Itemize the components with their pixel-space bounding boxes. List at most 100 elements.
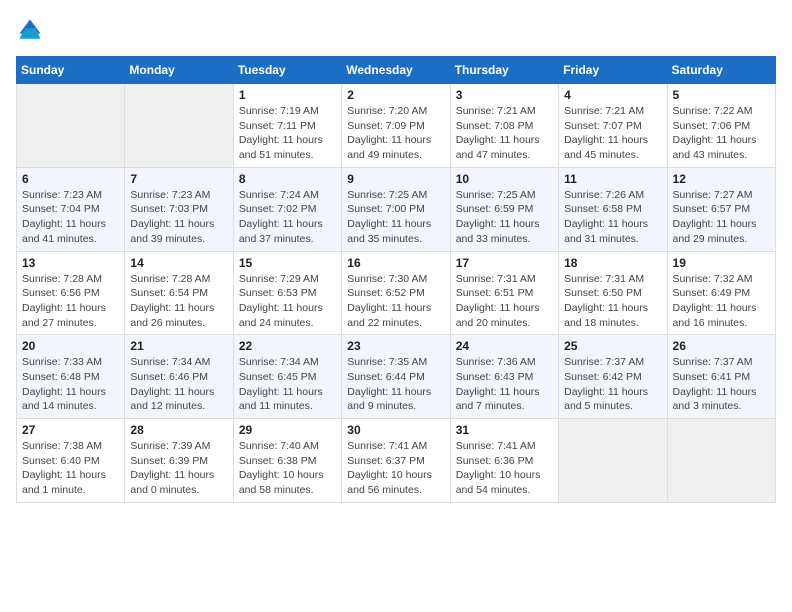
day-info: Sunrise: 7:41 AMSunset: 6:37 PMDaylight:…: [347, 439, 444, 498]
day-number: 14: [130, 256, 227, 270]
day-number: 28: [130, 423, 227, 437]
day-number: 5: [673, 88, 770, 102]
day-number: 6: [22, 172, 119, 186]
calendar-cell: 26Sunrise: 7:37 AMSunset: 6:41 PMDayligh…: [667, 335, 775, 419]
day-number: 11: [564, 172, 661, 186]
day-number: 24: [456, 339, 553, 353]
day-info: Sunrise: 7:28 AMSunset: 6:56 PMDaylight:…: [22, 272, 119, 331]
logo: [16, 16, 48, 44]
day-number: 4: [564, 88, 661, 102]
day-number: 18: [564, 256, 661, 270]
col-header-wednesday: Wednesday: [342, 57, 450, 84]
day-info: Sunrise: 7:41 AMSunset: 6:36 PMDaylight:…: [456, 439, 553, 498]
day-number: 17: [456, 256, 553, 270]
day-info: Sunrise: 7:31 AMSunset: 6:51 PMDaylight:…: [456, 272, 553, 331]
calendar-cell: 23Sunrise: 7:35 AMSunset: 6:44 PMDayligh…: [342, 335, 450, 419]
calendar-week-4: 20 Sunrise: 7:33 AMSunset: 6:48 PMDayligh…: [17, 335, 776, 419]
day-info: Sunrise: 7:27 AMSunset: 6:57 PMDaylight:…: [673, 188, 770, 247]
calendar-cell: 18 Sunrise: 7:31 AMSunset: 6:50 PMDayligh…: [559, 251, 667, 335]
day-info: Sunrise: 7:37 AMSunset: 6:41 PMDaylight:…: [673, 355, 770, 414]
day-number: 1: [239, 88, 336, 102]
calendar-cell: 1 Sunrise: 7:19 AMSunset: 7:11 PMDaylight…: [233, 84, 341, 168]
col-header-sunday: Sunday: [17, 57, 125, 84]
calendar-cell: 11 Sunrise: 7:26 AMSunset: 6:58 PMDayligh…: [559, 167, 667, 251]
day-info: Sunrise: 7:19 AMSunset: 7:11 PMDaylight:…: [239, 104, 336, 163]
day-number: 7: [130, 172, 227, 186]
day-number: 29: [239, 423, 336, 437]
day-number: 20: [22, 339, 119, 353]
day-info: Sunrise: 7:40 AMSunset: 6:38 PMDaylight:…: [239, 439, 336, 498]
calendar-cell: 12 Sunrise: 7:27 AMSunset: 6:57 PMDayligh…: [667, 167, 775, 251]
day-info: Sunrise: 7:39 AMSunset: 6:39 PMDaylight:…: [130, 439, 227, 498]
calendar-cell: 13Sunrise: 7:28 AMSunset: 6:56 PMDayligh…: [17, 251, 125, 335]
day-number: 30: [347, 423, 444, 437]
day-info: Sunrise: 7:34 AMSunset: 6:45 PMDaylight:…: [239, 355, 336, 414]
col-header-thursday: Thursday: [450, 57, 558, 84]
day-info: Sunrise: 7:29 AMSunset: 6:53 PMDaylight:…: [239, 272, 336, 331]
calendar-cell: 25Sunrise: 7:37 AMSunset: 6:42 PMDayligh…: [559, 335, 667, 419]
logo-icon: [16, 16, 44, 44]
page-header: [16, 16, 776, 44]
calendar-cell: 6 Sunrise: 7:23 AMSunset: 7:04 PMDaylight…: [17, 167, 125, 251]
day-info: Sunrise: 7:24 AMSunset: 7:02 PMDaylight:…: [239, 188, 336, 247]
day-info: Sunrise: 7:21 AMSunset: 7:08 PMDaylight:…: [456, 104, 553, 163]
day-info: Sunrise: 7:30 AMSunset: 6:52 PMDaylight:…: [347, 272, 444, 331]
day-number: 19: [673, 256, 770, 270]
day-number: 21: [130, 339, 227, 353]
calendar-cell: 14Sunrise: 7:28 AMSunset: 6:54 PMDayligh…: [125, 251, 233, 335]
day-number: 23: [347, 339, 444, 353]
day-info: Sunrise: 7:23 AMSunset: 7:04 PMDaylight:…: [22, 188, 119, 247]
day-info: Sunrise: 7:23 AMSunset: 7:03 PMDaylight:…: [130, 188, 227, 247]
calendar-week-2: 6 Sunrise: 7:23 AMSunset: 7:04 PMDaylight…: [17, 167, 776, 251]
calendar-cell: 10 Sunrise: 7:25 AMSunset: 6:59 PMDayligh…: [450, 167, 558, 251]
day-number: 27: [22, 423, 119, 437]
day-number: 8: [239, 172, 336, 186]
day-info: Sunrise: 7:32 AMSunset: 6:49 PMDaylight:…: [673, 272, 770, 331]
calendar-cell: 8 Sunrise: 7:24 AMSunset: 7:02 PMDaylight…: [233, 167, 341, 251]
day-info: Sunrise: 7:22 AMSunset: 7:06 PMDaylight:…: [673, 104, 770, 163]
calendar-cell: [559, 419, 667, 503]
calendar-cell: 24Sunrise: 7:36 AMSunset: 6:43 PMDayligh…: [450, 335, 558, 419]
day-info: Sunrise: 7:33 AMSunset: 6:48 PMDaylight:…: [22, 355, 119, 414]
col-header-monday: Monday: [125, 57, 233, 84]
day-info: Sunrise: 7:21 AMSunset: 7:07 PMDaylight:…: [564, 104, 661, 163]
calendar-cell: 19 Sunrise: 7:32 AMSunset: 6:49 PMDayligh…: [667, 251, 775, 335]
day-number: 16: [347, 256, 444, 270]
calendar-header-row: SundayMondayTuesdayWednesdayThursdayFrid…: [17, 57, 776, 84]
calendar-cell: 15 Sunrise: 7:29 AMSunset: 6:53 PMDayligh…: [233, 251, 341, 335]
day-info: Sunrise: 7:34 AMSunset: 6:46 PMDaylight:…: [130, 355, 227, 414]
calendar-cell: 31 Sunrise: 7:41 AMSunset: 6:36 PMDayligh…: [450, 419, 558, 503]
calendar-cell: 3Sunrise: 7:21 AMSunset: 7:08 PMDaylight…: [450, 84, 558, 168]
calendar-cell: 20 Sunrise: 7:33 AMSunset: 6:48 PMDayligh…: [17, 335, 125, 419]
day-number: 9: [347, 172, 444, 186]
day-number: 12: [673, 172, 770, 186]
col-header-friday: Friday: [559, 57, 667, 84]
day-number: 15: [239, 256, 336, 270]
day-number: 10: [456, 172, 553, 186]
day-info: Sunrise: 7:31 AMSunset: 6:50 PMDaylight:…: [564, 272, 661, 331]
day-info: Sunrise: 7:25 AMSunset: 6:59 PMDaylight:…: [456, 188, 553, 247]
calendar-week-5: 27Sunrise: 7:38 AMSunset: 6:40 PMDayligh…: [17, 419, 776, 503]
calendar-week-1: 1 Sunrise: 7:19 AMSunset: 7:11 PMDaylight…: [17, 84, 776, 168]
calendar-cell: 30 Sunrise: 7:41 AMSunset: 6:37 PMDayligh…: [342, 419, 450, 503]
day-number: 25: [564, 339, 661, 353]
day-number: 31: [456, 423, 553, 437]
day-number: 22: [239, 339, 336, 353]
col-header-saturday: Saturday: [667, 57, 775, 84]
calendar-cell: 5 Sunrise: 7:22 AMSunset: 7:06 PMDaylight…: [667, 84, 775, 168]
calendar-week-3: 13Sunrise: 7:28 AMSunset: 6:56 PMDayligh…: [17, 251, 776, 335]
calendar-cell: 4 Sunrise: 7:21 AMSunset: 7:07 PMDaylight…: [559, 84, 667, 168]
calendar-cell: 16 Sunrise: 7:30 AMSunset: 6:52 PMDayligh…: [342, 251, 450, 335]
day-info: Sunrise: 7:25 AMSunset: 7:00 PMDaylight:…: [347, 188, 444, 247]
calendar-table: SundayMondayTuesdayWednesdayThursdayFrid…: [16, 56, 776, 503]
calendar-cell: 21 Sunrise: 7:34 AMSunset: 6:46 PMDayligh…: [125, 335, 233, 419]
day-info: Sunrise: 7:20 AMSunset: 7:09 PMDaylight:…: [347, 104, 444, 163]
calendar-cell: 7 Sunrise: 7:23 AMSunset: 7:03 PMDaylight…: [125, 167, 233, 251]
day-number: 2: [347, 88, 444, 102]
calendar-cell: 28 Sunrise: 7:39 AMSunset: 6:39 PMDayligh…: [125, 419, 233, 503]
calendar-cell: [667, 419, 775, 503]
calendar-cell: 17 Sunrise: 7:31 AMSunset: 6:51 PMDayligh…: [450, 251, 558, 335]
calendar-cell: 2 Sunrise: 7:20 AMSunset: 7:09 PMDaylight…: [342, 84, 450, 168]
calendar-cell: [17, 84, 125, 168]
day-info: Sunrise: 7:26 AMSunset: 6:58 PMDaylight:…: [564, 188, 661, 247]
